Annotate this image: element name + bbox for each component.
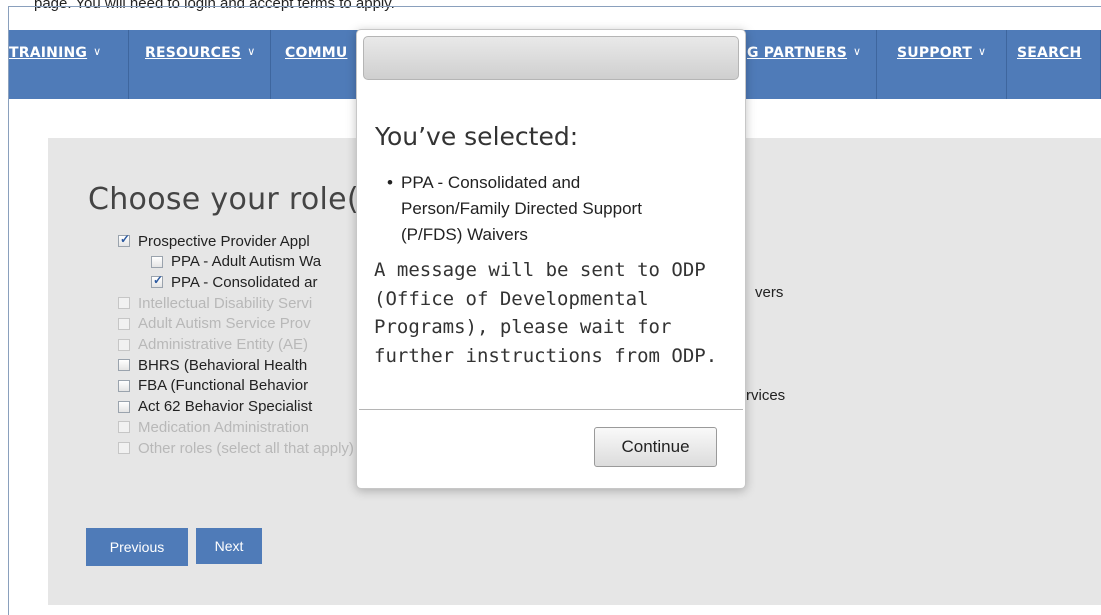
role-checkbox[interactable] bbox=[118, 400, 130, 413]
role-checkbox bbox=[118, 421, 130, 434]
role-option[interactable]: Prospective Provider Appl bbox=[118, 231, 310, 251]
nav-partners[interactable]: G PARTNERS ∨ bbox=[747, 30, 877, 99]
role-checkbox[interactable] bbox=[151, 255, 163, 268]
role-option-label: Administrative Entity (AE) bbox=[138, 336, 309, 353]
role-option-label: PPA - Adult Autism Wa bbox=[171, 253, 322, 271]
role-option[interactable]: Act 62 Behavior Specialist bbox=[118, 397, 312, 417]
role-option: Medication Administration bbox=[118, 417, 309, 437]
modal-title: You’ve selected: bbox=[375, 122, 579, 151]
selected-roles-list: PPA - Consolidated and Person/Family Dire… bbox=[387, 170, 727, 248]
role-option[interactable]: BHRS (Behavioral Health bbox=[118, 355, 307, 375]
modal-divider bbox=[359, 409, 743, 410]
role-option: Intellectual Disability Servi bbox=[118, 293, 312, 313]
selected-role-line: PPA - Consolidated and bbox=[401, 173, 581, 192]
selected-role-item: PPA - Consolidated and Person/Family Dire… bbox=[387, 170, 727, 248]
nav-search[interactable]: SEARCH bbox=[1007, 30, 1101, 99]
selected-role-line: (P/FDS) Waivers bbox=[401, 225, 528, 244]
role-option: Other roles (select all that apply) bbox=[118, 438, 354, 458]
chevron-down-icon: ∨ bbox=[853, 45, 862, 58]
role-checkbox bbox=[118, 317, 130, 330]
modal-message: A message will be sent to ODP (Office of… bbox=[374, 259, 718, 367]
role-option-label: Medication Administration bbox=[138, 418, 309, 436]
nav-training[interactable]: TRAINING ∨ bbox=[9, 30, 129, 99]
selected-role-line: Person/Family Directed Support bbox=[401, 199, 642, 218]
role-option-label: PPA - Consolidated ar bbox=[171, 273, 318, 291]
nav-resources-label[interactable]: RESOURCES bbox=[145, 45, 241, 61]
nav-support-label[interactable]: SUPPORT bbox=[897, 45, 972, 61]
role-checkbox bbox=[118, 338, 130, 351]
role-checkbox[interactable] bbox=[118, 359, 130, 372]
role-option[interactable]: FBA (Functional Behavior bbox=[118, 376, 308, 396]
role-checkbox[interactable] bbox=[118, 232, 130, 247]
role-option: Administrative Entity (AE) bbox=[118, 335, 308, 355]
chevron-down-icon: ∨ bbox=[977, 45, 987, 58]
chevron-down-icon: ∨ bbox=[247, 45, 256, 58]
nav-partners-label[interactable]: G PARTNERS bbox=[747, 45, 847, 61]
selection-modal: You’ve selected: PPA - Consolidated andP… bbox=[356, 29, 746, 489]
role-text-fragment: vers bbox=[755, 284, 784, 301]
continue-button[interactable]: Continue bbox=[594, 427, 717, 467]
role-option-label: Other roles (select all that apply) bbox=[138, 439, 354, 457]
role-option-label: BHRS (Behavioral Health bbox=[138, 356, 308, 374]
role-option[interactable]: PPA - Adult Autism Wa bbox=[151, 252, 321, 272]
role-option-label: FBA (Functional Behavior bbox=[138, 377, 309, 395]
role-checkbox[interactable] bbox=[151, 273, 163, 289]
nav-community-label[interactable]: COMMU bbox=[285, 45, 347, 61]
role-option-label: Prospective Provider Appl bbox=[138, 232, 310, 250]
nav-resources[interactable]: RESOURCES ∨ bbox=[129, 30, 271, 99]
role-option[interactable]: PPA - Consolidated ar bbox=[151, 272, 317, 292]
nav-support[interactable]: SUPPORT ∨ bbox=[877, 30, 1007, 99]
role-checkbox bbox=[118, 297, 130, 310]
chevron-down-icon: ∨ bbox=[93, 45, 102, 58]
role-checkbox bbox=[118, 442, 130, 454]
role-option-label: Intellectual Disability Servi bbox=[138, 294, 313, 312]
modal-header bbox=[363, 36, 739, 80]
nav-training-label[interactable]: TRAINING bbox=[9, 45, 87, 61]
previous-button[interactable]: Previous bbox=[86, 528, 188, 566]
next-button[interactable]: Next bbox=[196, 528, 262, 564]
role-option-label: Adult Autism Service Prov bbox=[138, 315, 311, 333]
role-text-fragment: rvices bbox=[746, 387, 786, 404]
nav-search-label[interactable]: SEARCH bbox=[1017, 45, 1081, 61]
role-checkbox[interactable] bbox=[118, 379, 130, 392]
role-option-label: Act 62 Behavior Specialist bbox=[138, 398, 313, 416]
role-heading: Choose your role(s bbox=[88, 182, 375, 217]
role-option: Adult Autism Service Prov bbox=[118, 314, 311, 334]
